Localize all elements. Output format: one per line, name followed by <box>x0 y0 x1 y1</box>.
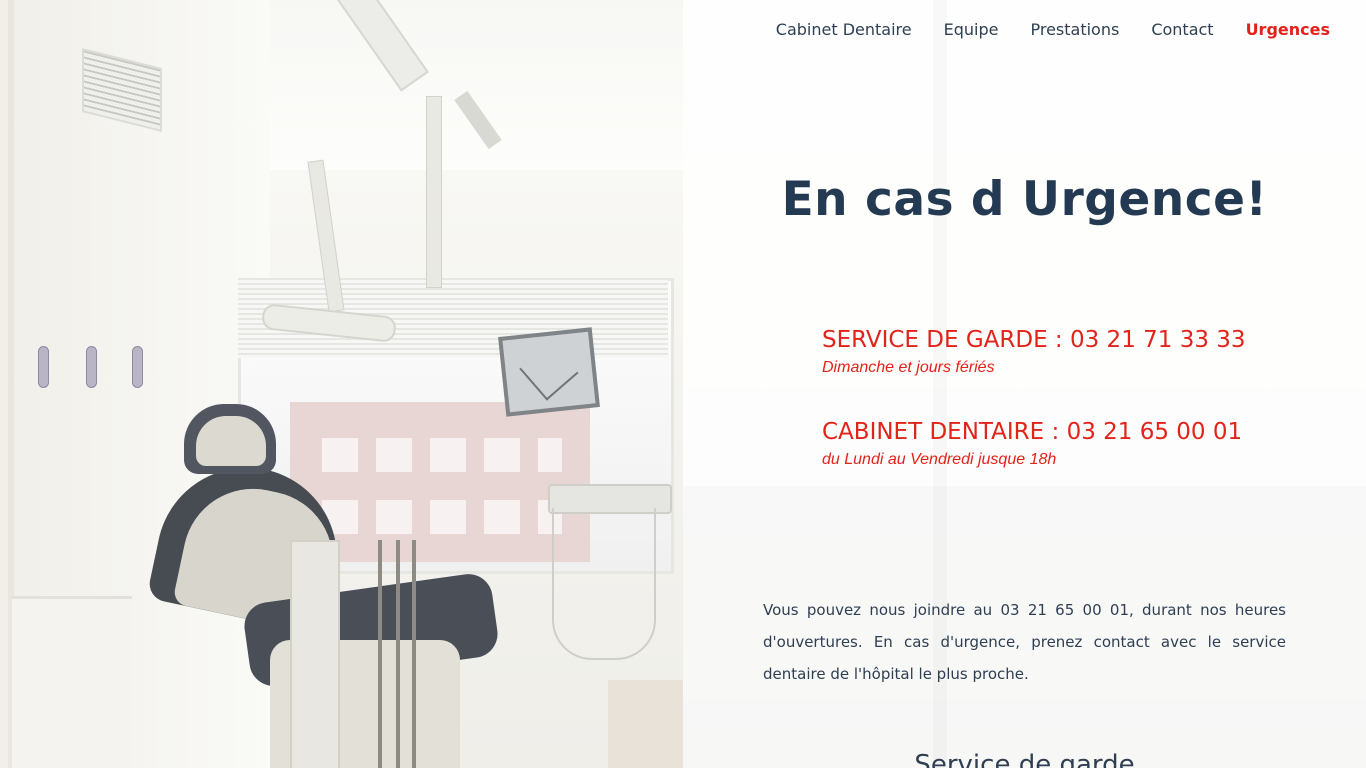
dental-office-photo <box>0 0 683 768</box>
info-paragraph: Vous pouvez nous joindre au 03 21 65 00 … <box>763 601 1286 683</box>
photo-dental-tool <box>378 540 382 768</box>
nav-link-contact[interactable]: Contact <box>1151 20 1213 39</box>
page: Cabinet Dentaire Equipe Prestations Cont… <box>0 0 1366 768</box>
photo-dispenser <box>38 346 49 388</box>
phone-block-garde: SERVICE DE GARDE : 03 21 71 33 33 Dimanc… <box>822 327 1246 377</box>
phone-title-cabinet[interactable]: CABINET DENTAIRE : 03 21 65 00 01 <box>822 419 1242 445</box>
photo-dispenser <box>86 346 97 388</box>
section-heading: Service de garde <box>914 750 1135 768</box>
photo-chair-headrest-shell <box>196 416 266 466</box>
phone-subtitle-garde: Dimanche et jours fériés <box>822 359 995 376</box>
photo-counter <box>12 596 132 768</box>
nav-link-equipe[interactable]: Equipe <box>944 20 999 39</box>
photo-counter-right <box>608 680 683 768</box>
nav-link-urgences[interactable]: Urgences <box>1246 20 1330 39</box>
photo-lamp-arm-vertical <box>426 96 442 288</box>
photo-dental-tool <box>412 540 416 768</box>
phone-subtitle-cabinet: du Lundi au Vendredi jusque 18h <box>822 451 1057 468</box>
nav-link-prestations[interactable]: Prestations <box>1030 20 1119 39</box>
phone-block-cabinet: CABINET DENTAIRE : 03 21 65 00 01 du Lun… <box>822 419 1242 469</box>
nav-link-cabinet-dentaire[interactable]: Cabinet Dentaire <box>776 20 912 39</box>
photo-dispenser <box>132 346 143 388</box>
photo-dental-tool <box>396 540 400 768</box>
photo-wall-dispensers <box>38 346 148 396</box>
photo-chair-pole <box>290 540 340 768</box>
photo-instrument-hoses <box>552 508 656 660</box>
page-title: En cas d Urgence! <box>781 172 1268 227</box>
main-nav: Cabinet Dentaire Equipe Prestations Cont… <box>776 20 1330 39</box>
photo-xray-monitor <box>498 327 600 417</box>
phone-title-garde[interactable]: SERVICE DE GARDE : 03 21 71 33 33 <box>822 327 1246 353</box>
